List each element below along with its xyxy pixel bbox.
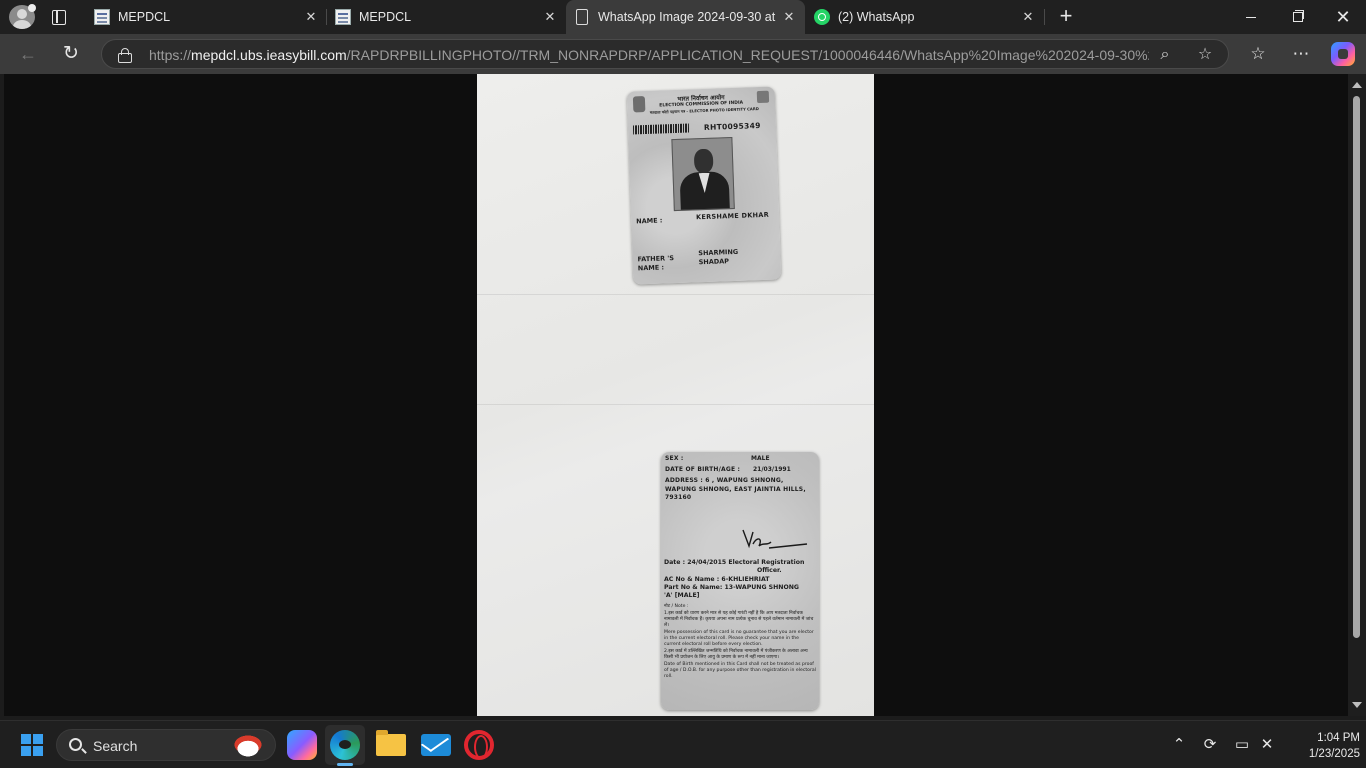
opera-app-icon[interactable] [464,730,494,760]
close-tab-icon[interactable]: ✕ [782,10,796,24]
signature-icon [742,529,808,549]
tab-mepdcl-1[interactable]: MEPDCL ✕ [86,0,326,34]
search-icon [69,738,82,751]
scroll-down-arrow-icon[interactable] [1352,702,1362,708]
ac-line: AC No & Name : 6-KHLIEHRIAT [664,576,770,583]
new-tab-icon[interactable]: + [1055,5,1077,27]
more-menu-icon[interactable]: ⋯ [1289,43,1313,65]
display-icon[interactable]: ▭ [1232,735,1252,755]
show-hidden-icons-chevron-icon[interactable]: ⌃ [1169,735,1189,755]
back-arrow-icon[interactable]: ← [15,41,41,67]
person-head [693,148,714,174]
favorite-star-icon[interactable]: ☆ [1195,45,1215,65]
minimize-icon[interactable] [1228,0,1274,34]
note-heading: नोट / Note : [664,604,689,609]
close-tab-icon[interactable]: ✕ [304,10,318,24]
close-tab-icon[interactable]: ✕ [1021,10,1035,24]
profile-badge-icon [28,4,36,12]
issue-date: Date : 24/04/2015 Electoral Registration [664,559,805,566]
page-favicon-icon [576,9,588,25]
holder-name: KERSHAME DKHAR [695,210,770,222]
voter-card-back: SEX : MALE DATE OF BIRTH/AGE : 21/03/199… [661,452,819,710]
url-prefix: https:// [149,47,192,63]
epic-number: RHT0095349 [703,120,761,132]
paper-fold [477,404,874,405]
tab-title: (2) WhatsApp [838,10,915,24]
taskbar-clock[interactable]: 1:04 PM 1/23/2025 [1280,730,1360,762]
lock-icon[interactable] [118,48,132,63]
holder-photo [671,136,735,212]
close-window-icon[interactable]: ✕ [1320,0,1366,34]
clock-date: 1/23/2025 [1308,748,1360,760]
tab-whatsapp-image[interactable]: WhatsApp Image 2024-09-30 at 1 ✕ [566,0,805,34]
network-disconnected-icon[interactable]: ✕ [1257,735,1277,755]
copilot-app-icon[interactable] [287,730,317,760]
tab-title: MEPDCL [118,10,171,24]
windows-start-icon[interactable] [21,734,43,756]
document-favicon-icon [335,9,351,25]
sex-value: MALE [751,455,770,462]
name-label: NAME : [636,216,663,226]
father-name-label: FATHER 'S NAME : [637,254,675,273]
search-highlight-icon [227,733,269,759]
reload-icon[interactable]: ↻ [58,41,84,67]
active-app-indicator [337,763,353,766]
close-tab-icon[interactable]: ✕ [543,10,557,24]
note-1-hindi: 1.इस कार्ड को धारण करने मात्र से यह कोई … [664,611,814,628]
taskbar: Search ⌃ ⟳ ▭ ✕ 1:04 PM 1/23/2025 [0,720,1366,768]
address-bar[interactable]: https://mepdcl.ubs.ieasybill.com/RAPDRPB… [101,39,1229,69]
tab-actions-icon[interactable] [50,8,68,26]
vertical-scrollbar[interactable] [1348,74,1366,716]
scroll-up-arrow-icon[interactable] [1352,82,1362,88]
browser-toolbar: ← ↻ https://mepdcl.ubs.ieasybill.com/RAP… [0,34,1366,74]
constituency-info: AC No & Name : 6-KHLIEHRIAT Part No & Na… [664,576,814,600]
tab-mepdcl-2[interactable]: MEPDCL ✕ [327,0,565,34]
officer-title: Officer. [757,567,782,574]
dob-value: 21/03/1991 [753,466,791,473]
eci-logo-icon [756,90,770,104]
clock-time: 1:04 PM [1317,732,1360,744]
search-placeholder: Search [93,738,138,754]
dob-label: DATE OF BIRTH/AGE : [665,466,741,473]
part-suffix: 'A' [MALE] [664,592,700,599]
url-host: mepdcl.ubs.ieasybill.com [191,47,347,63]
tab-title: MEPDCL [359,10,412,24]
father-name: SHARMING SHADAP [698,247,739,267]
tab-title: WhatsApp Image 2024-09-30 at 1 [598,10,778,24]
note-2-hindi: 2.इस कार्ड में उल्लिखित जन्मतिथि को निर्… [664,649,808,660]
part-line: Part No & Name: 13-WAPUNG SHNONG [664,584,800,591]
zoom-icon[interactable]: ⌕ [1155,45,1175,65]
barcode-icon [632,123,690,135]
card-notes: नोट / Note : 1.इस कार्ड को धारण करने मात… [664,604,816,681]
paper-fold [477,294,874,295]
scroll-thumb[interactable] [1353,96,1360,638]
file-explorer-icon[interactable] [376,730,406,756]
document-favicon-icon [94,9,110,25]
edge-app-icon[interactable] [330,730,360,760]
taskbar-search[interactable]: Search [56,729,276,761]
note-2-english: Date of Birth mentioned in this Card sha… [664,662,816,679]
copilot-icon[interactable] [1331,42,1355,66]
tab-strip: MEPDCL ✕ MEPDCL ✕ WhatsApp Image 2024-09… [0,0,1366,34]
mail-app-icon[interactable] [421,734,451,756]
note-1-english: Mere possession of this card is no guara… [664,630,814,647]
tab-separator [1044,9,1045,25]
voter-card-front: भारत निर्वाचन आयोग ELECTION COMMISSION O… [626,86,782,285]
sync-icon[interactable]: ⟳ [1200,735,1220,755]
sex-label: SEX : [665,455,684,462]
document-photo: भारत निर्वाचन आयोग ELECTION COMMISSION O… [477,74,874,716]
image-viewport: भारत निर्वाचन आयोग ELECTION COMMISSION O… [4,74,1348,716]
url-text[interactable]: https://mepdcl.ubs.ieasybill.com/RAPDRPB… [149,47,1149,63]
restore-icon[interactable] [1274,0,1320,34]
address: ADDRESS : 6 , WAPUNG SHNONG, WAPUNG SHNO… [665,477,806,501]
whatsapp-icon [814,9,830,25]
favorites-icon[interactable]: ☆ [1246,43,1270,65]
url-path: /RAPDRPBILLINGPHOTO//TRM_NONRAPDRP/APPLI… [346,47,1149,63]
tab-whatsapp[interactable]: (2) WhatsApp ✕ [806,0,1046,34]
